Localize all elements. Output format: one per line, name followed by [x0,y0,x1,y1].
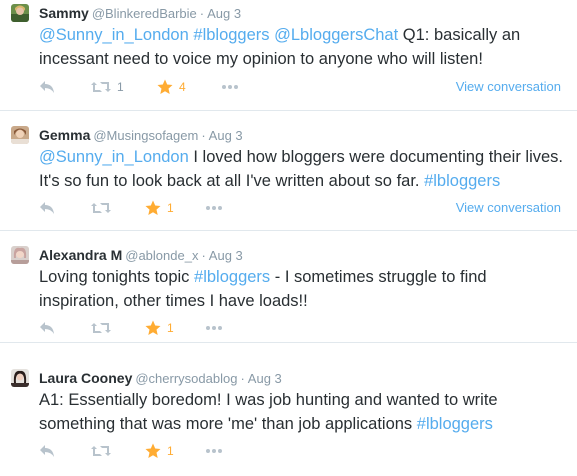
more-icon [221,84,239,90]
more-button[interactable] [221,78,239,96]
view-conversation-link[interactable]: View conversation [456,199,561,217]
tweet-fullname[interactable]: Alexandra M [39,247,122,263]
tweet-fullname[interactable]: Gemma [39,127,90,143]
star-icon [145,320,161,336]
more-button[interactable] [205,442,223,460]
retweet-icon [91,321,111,335]
more-icon [205,448,223,454]
tweet-timestamp[interactable]: Aug 3 [209,248,243,263]
retweet-icon [91,444,111,458]
tweet-actions: 1 View conversation [39,199,569,217]
retweet-button[interactable]: 1 [91,78,124,96]
favorite-button[interactable]: 1 [145,319,174,337]
reply-button[interactable] [39,442,55,460]
tweet-header: Gemma @Musingsofagem · Aug 3 [39,126,243,144]
tweet-timestamp[interactable]: Aug 3 [209,128,243,143]
avatar[interactable] [11,246,29,264]
star-icon [145,200,161,216]
mention-link[interactable]: @Sunny_in_London [39,148,189,166]
view-conversation-link[interactable]: View conversation [456,78,561,96]
more-button[interactable] [205,199,223,217]
retweet-icon [91,80,111,94]
tweet-fullname[interactable]: Sammy [39,5,89,21]
reply-button[interactable] [39,199,55,217]
tweet-username[interactable]: @BlinkeredBarbie [92,6,197,21]
tweet-actions: 1 [39,442,569,460]
hashtag-link[interactable]: #lbloggers [194,268,270,286]
tweet-text-segment: Loving tonights topic [39,268,195,286]
tweet-actions: 1 4 View conversation [39,78,569,96]
favorite-count: 4 [179,80,186,94]
tweet-header: Laura Cooney @cherrysodablog · Aug 3 [39,369,282,387]
favorite-button[interactable]: 1 [145,199,174,217]
tweet-fullname[interactable]: Laura Cooney [39,370,132,386]
tweet[interactable]: Laura Cooney @cherrysodablog · Aug 3 A1: Es… [0,343,577,476]
avatar[interactable] [11,126,29,144]
reply-icon [39,444,55,458]
more-icon [205,325,223,331]
reply-icon [39,201,55,215]
hashtag-link[interactable]: #lbloggers [193,26,269,44]
retweet-button[interactable] [91,199,117,217]
tweet-separator: · [240,371,245,386]
favorite-count: 1 [167,444,174,458]
retweet-button[interactable] [91,319,117,337]
favorite-count: 1 [167,321,174,335]
favorite-count: 1 [167,201,174,215]
tweet-timestamp[interactable]: Aug 3 [207,6,241,21]
tweet-text: @Sunny_in_London I loved how bloggers we… [39,145,569,193]
reply-icon [39,80,55,94]
tweet-timeline: Sammy @BlinkeredBarbie · Aug 3 @Sunny_in_Lo… [0,0,577,476]
tweet-text: A1: Essentially boredom! I was job hunti… [39,388,569,436]
tweet-header: Alexandra M @ablonde_x · Aug 3 [39,246,243,264]
favorite-button[interactable]: 1 [145,442,174,460]
tweet-separator: · [201,248,206,263]
tweet[interactable]: Gemma @Musingsofagem · Aug 3 @Sunny_in_Lond… [0,111,577,231]
mention-link[interactable]: @LbloggersChat [274,26,398,44]
tweet-separator: · [201,128,206,143]
tweet-text: @Sunny_in_London #lbloggers @LbloggersCh… [39,23,569,71]
star-icon [145,443,161,459]
retweet-icon [91,201,111,215]
tweet-header: Sammy @BlinkeredBarbie · Aug 3 [39,4,241,22]
favorite-button[interactable]: 4 [157,78,186,96]
retweet-count: 1 [117,80,124,94]
tweet[interactable]: Alexandra M @ablonde_x · Aug 3 Loving tonig… [0,231,577,343]
reply-button[interactable] [39,319,55,337]
tweet-separator: · [199,6,205,21]
star-icon [157,79,173,95]
tweet-username[interactable]: @Musingsofagem [93,128,198,143]
reply-icon [39,321,55,335]
tweet-text: Loving tonights topic #lbloggers - I som… [39,265,569,313]
hashtag-link[interactable]: #lbloggers [424,172,500,190]
tweet-username[interactable]: @ablonde_x [125,248,198,263]
tweet[interactable]: Sammy @BlinkeredBarbie · Aug 3 @Sunny_in_Lo… [0,0,577,111]
avatar[interactable] [11,4,29,22]
more-icon [205,205,223,211]
reply-button[interactable] [39,78,55,96]
retweet-button[interactable] [91,442,117,460]
tweet-timestamp[interactable]: Aug 3 [248,371,282,386]
hashtag-link[interactable]: #lbloggers [417,415,493,433]
mention-link[interactable]: @Sunny_in_London [39,26,189,44]
more-button[interactable] [205,319,223,337]
tweet-actions: 1 [39,319,569,337]
avatar[interactable] [11,369,29,387]
tweet-username[interactable]: @cherrysodablog [135,371,237,386]
